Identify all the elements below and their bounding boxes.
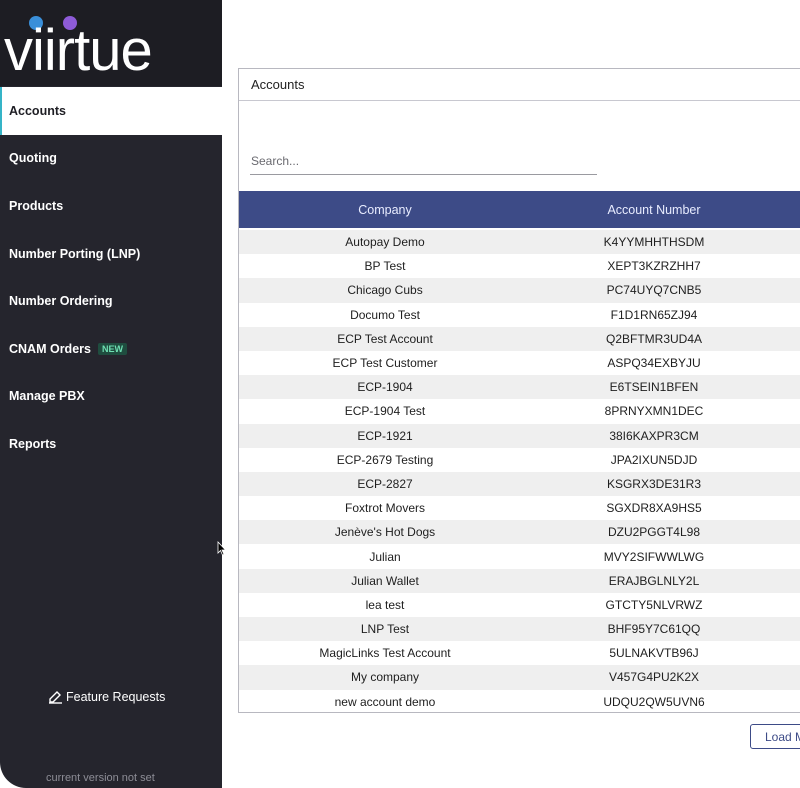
accounts-table-body: Autopay Demo K4YYMHHTHSDM BP Test XEPT3KZR… xyxy=(239,230,800,712)
sidebar-item-label: Number Porting (LNP) xyxy=(9,246,141,261)
account-number-cell: BHF95Y7C61QQ xyxy=(607,622,701,637)
sidebar-item-reports[interactable]: Reports xyxy=(0,420,222,468)
account-number-cell: GTCTY5NLVRWZ xyxy=(605,597,703,612)
company-cell: Documo Test xyxy=(350,307,420,322)
account-number-cell: E6TSEIN1BFEN xyxy=(609,380,699,395)
account-number-cell: DZU2PGGT4L98 xyxy=(607,525,701,540)
table-row[interactable]: ECP-2679 Testing JPA2IXUN5DJD xyxy=(239,447,800,472)
table-row[interactable]: LNP Test BHF95Y7C61QQ xyxy=(239,617,800,642)
feature-requests-link[interactable]: Feature Requests xyxy=(48,689,165,704)
table-row[interactable]: MagicLinks Test Account 5ULNAKVTB96J xyxy=(239,641,800,666)
account-number-cell: K4YYMHHTHSDM xyxy=(603,235,705,250)
company-cell: ECP Test Customer xyxy=(332,356,438,371)
table-row[interactable]: ECP Test Customer ASPQ34EXBYJU xyxy=(239,350,800,376)
account-number-cell: 5ULNAKVTB96J xyxy=(609,646,699,661)
table-row[interactable]: lea test GTCTY5NLVRWZ xyxy=(239,592,800,617)
panel-title: Accounts xyxy=(239,69,800,101)
table-row[interactable]: Chicago Cubs PC74UYQ7CNB5 xyxy=(239,278,800,303)
table-row[interactable]: ECP-2827 KSGRX3DE31R3 xyxy=(239,471,800,497)
company-cell: Chicago Cubs xyxy=(347,283,423,298)
account-number-cell: XEPT3KZRZHH7 xyxy=(607,259,701,274)
account-number-cell: V457G4PU2K2X xyxy=(608,670,700,685)
table-row[interactable]: Julian MVY2SIFWWLWG xyxy=(239,544,800,569)
company-cell: ECP-1904 xyxy=(357,380,413,395)
table-row[interactable]: ECP Test Account Q2BFTMR3UD4A xyxy=(239,326,800,351)
sidebar-nav: Accounts Quoting Products Number Porting… xyxy=(0,87,222,468)
company-cell: BP Test xyxy=(364,259,406,274)
logo-area: viirtue xyxy=(0,0,222,86)
column-header-account-number[interactable]: Account Number xyxy=(531,203,777,217)
company-cell: ECP Test Account xyxy=(337,331,433,346)
svg-text:viirtue: viirtue xyxy=(4,18,152,74)
table-row[interactable]: My company V457G4PU2K2X xyxy=(239,665,800,690)
sidebar: viirtue Accounts Quoting Products Number… xyxy=(0,0,222,788)
account-number-cell: MVY2SIFWWLWG xyxy=(603,549,705,564)
table-row[interactable]: BP Test XEPT3KZRZHH7 xyxy=(239,254,800,279)
account-number-cell: KSGRX3DE31R3 xyxy=(606,476,702,491)
company-cell: Autopay Demo xyxy=(345,235,425,250)
company-cell: ECP-1904 Test xyxy=(344,404,426,419)
new-badge: NEW xyxy=(97,342,127,355)
table-row[interactable]: ECP-1904 Test 8PRNYXMN1DEC xyxy=(239,399,800,424)
version-text: current version not set xyxy=(46,772,155,784)
company-cell: lea test xyxy=(365,597,405,612)
account-number-cell: JPA2IXUN5DJD xyxy=(610,452,698,467)
sidebar-item-label: Accounts xyxy=(9,103,66,118)
table-row[interactable]: new account demo UDQU2QW5UVN6 xyxy=(239,689,800,712)
sidebar-item-label: Manage PBX xyxy=(9,389,85,404)
table-row[interactable]: ECP-1904 E6TSEIN1BFEN xyxy=(239,375,800,400)
company-cell: MagicLinks Test Account xyxy=(319,646,451,661)
company-cell: ECP-1921 xyxy=(357,428,413,443)
sidebar-item-number-porting[interactable]: Number Porting (LNP) xyxy=(0,230,222,278)
mouse-cursor-icon xyxy=(217,541,227,556)
account-number-cell: ASPQ34EXBYJU xyxy=(607,356,701,371)
company-cell: My company xyxy=(350,670,420,685)
company-cell: Julian Wallet xyxy=(351,573,419,588)
company-cell: new account demo xyxy=(334,694,436,709)
sidebar-item-accounts[interactable]: Accounts xyxy=(0,87,222,135)
account-number-cell: ERAJBGLNLY2L xyxy=(608,573,700,588)
sidebar-item-number-ordering[interactable]: Number Ordering xyxy=(0,277,222,325)
sidebar-item-quoting[interactable]: Quoting xyxy=(0,135,222,183)
sidebar-item-products[interactable]: Products xyxy=(0,182,222,230)
account-number-cell: UDQU2QW5UVN6 xyxy=(603,694,705,709)
company-cell: Julian xyxy=(369,549,401,564)
account-number-cell: Q2BFTMR3UD4A xyxy=(605,331,703,346)
company-cell: ECP-2827 xyxy=(357,476,413,491)
table-row[interactable]: Autopay Demo K4YYMHHTHSDM xyxy=(239,230,800,255)
account-number-cell: F1D1RN65ZJ94 xyxy=(610,307,698,322)
sidebar-item-label: Quoting xyxy=(9,151,57,166)
table-row[interactable]: Jenève's Hot Dogs DZU2PGGT4L98 xyxy=(239,520,800,545)
accounts-panel: Accounts Company Account Number Autopay … xyxy=(238,68,800,713)
sidebar-item-manage-pbx[interactable]: Manage PBX xyxy=(0,373,222,421)
feature-requests-label: Feature Requests xyxy=(66,689,166,704)
account-number-cell: SGXDR8XA9HS5 xyxy=(606,501,702,516)
load-more-button[interactable]: Load More xyxy=(750,724,800,749)
account-number-cell: 8PRNYXMN1DEC xyxy=(604,404,704,419)
table-row[interactable]: Julian Wallet ERAJBGLNLY2L xyxy=(239,568,800,593)
table-row[interactable]: Foxtrot Movers SGXDR8XA9HS5 xyxy=(239,496,800,521)
sidebar-item-label: Number Ordering xyxy=(9,294,113,309)
sidebar-item-cnam-orders[interactable]: CNAM Orders NEW xyxy=(0,325,222,373)
company-cell: ECP-2679 Testing xyxy=(336,452,434,467)
table-row[interactable]: ECP-1921 38I6KAXPR3CM xyxy=(239,423,800,448)
search-input[interactable] xyxy=(250,149,597,175)
company-cell: Jenève's Hot Dogs xyxy=(334,525,436,540)
account-number-cell: PC74UYQ7CNB5 xyxy=(606,283,702,298)
sidebar-item-label: Products xyxy=(9,198,64,213)
account-number-cell: 38I6KAXPR3CM xyxy=(609,428,699,443)
viirtue-logo: viirtue xyxy=(4,16,153,74)
edit-icon xyxy=(49,691,62,704)
table-header: Company Account Number xyxy=(239,191,800,228)
sidebar-item-label: Reports xyxy=(9,436,57,451)
column-header-company[interactable]: Company xyxy=(239,203,531,217)
table-row[interactable]: Documo Test F1D1RN65ZJ94 xyxy=(239,302,800,327)
company-cell: LNP Test xyxy=(360,622,410,637)
sidebar-item-label: CNAM Orders xyxy=(9,341,91,356)
company-cell: Foxtrot Movers xyxy=(344,501,425,516)
